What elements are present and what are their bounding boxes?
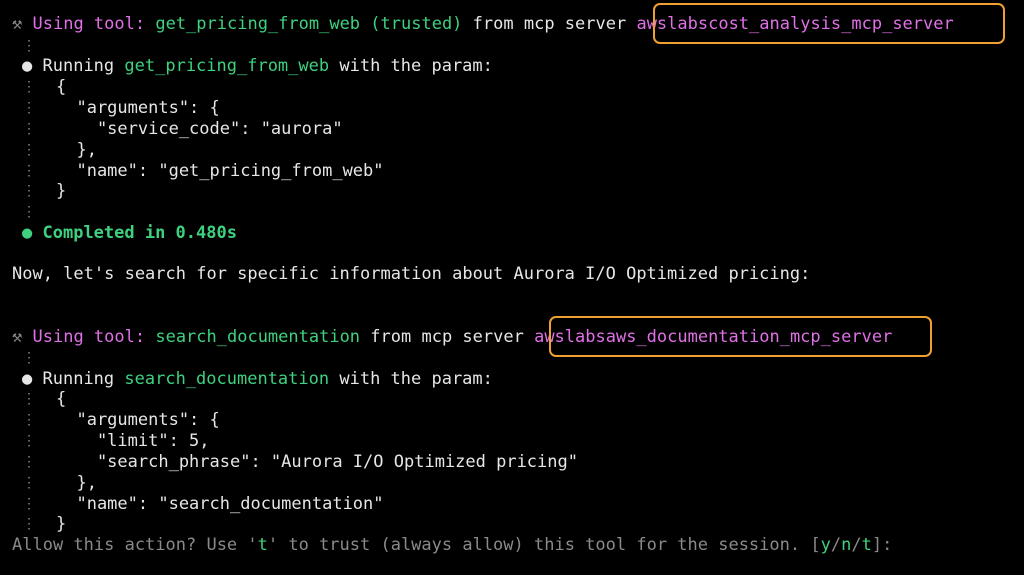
- option-separator: /: [830, 535, 842, 555]
- prompt-text: ' to trust (always allow) this tool for …: [267, 535, 821, 555]
- json-line: {: [56, 77, 67, 97]
- tool-name: search_documentation: [155, 327, 361, 347]
- using-tool-label: Using tool:: [32, 14, 146, 34]
- trust-key: t: [257, 535, 268, 555]
- hammer-icon: ⚒: [12, 327, 23, 347]
- gutter-dots: ⋮: [22, 516, 36, 532]
- gutter-dots: ⋮: [22, 204, 36, 220]
- option-yes[interactable]: y: [821, 535, 831, 555]
- from-text: from mcp server: [370, 327, 524, 347]
- gutter-dots: ⋮: [22, 142, 36, 158]
- json-line: "arguments": {: [56, 98, 220, 118]
- terminal-window: ⚒ Using tool: get_pricing_from_web (trus…: [0, 0, 1024, 575]
- gutter-dots: ⋮: [22, 454, 36, 470]
- bullet-icon: ●: [22, 56, 33, 76]
- bullet-icon: ●: [22, 369, 33, 389]
- option-no[interactable]: n: [841, 535, 851, 555]
- running-suffix: with the param:: [339, 369, 493, 389]
- json-line: "name": "get_pricing_from_web": [56, 161, 384, 181]
- running-tool: get_pricing_from_web: [124, 56, 330, 76]
- gutter-dots: ⋮: [22, 350, 36, 366]
- server-highlight-box: [653, 3, 1005, 44]
- gutter-dots: ⋮: [22, 433, 36, 449]
- gutter-dots: ⋮: [22, 391, 36, 407]
- trusted-label: (trusted): [370, 14, 463, 34]
- option-separator: /: [851, 535, 862, 555]
- json-line: },: [56, 140, 97, 160]
- gutter-dots: ⋮: [22, 121, 36, 137]
- json-line: },: [56, 473, 97, 493]
- completed-text: Completed in 0.480s: [42, 223, 237, 243]
- json-line: "limit": 5,: [56, 431, 210, 451]
- gutter-dots: ⋮: [22, 496, 36, 512]
- running-suffix: with the param:: [339, 56, 493, 76]
- completed-line: ● Completed in 0.480s: [22, 223, 237, 243]
- tool-name: get_pricing_from_web: [155, 14, 361, 34]
- assistant-message: Now, let's search for specific informati…: [12, 264, 811, 284]
- success-dot-icon: ●: [22, 223, 33, 243]
- option-trust[interactable]: t: [862, 535, 872, 555]
- gutter-dots: ⋮: [22, 475, 36, 491]
- running-line-1: ● Running get_pricing_from_web with the …: [22, 56, 493, 76]
- json-line: {: [56, 389, 67, 409]
- hammer-icon: ⚒: [12, 14, 23, 34]
- json-line: "name": "search_documentation": [56, 494, 384, 514]
- running-tool: search_documentation: [124, 369, 330, 389]
- prompt-end: ]:: [871, 535, 893, 555]
- json-line: "arguments": {: [56, 410, 220, 430]
- prompt-text: Allow this action? Use ': [12, 535, 258, 555]
- running-line-2: ● Running search_documentation with the …: [22, 369, 493, 389]
- gutter-dots: ⋮: [22, 183, 36, 199]
- server-highlight-box: [549, 316, 932, 357]
- gutter-dots: ⋮: [22, 38, 36, 54]
- running-prefix: Running: [42, 369, 115, 389]
- json-line: "service_code": "aurora": [56, 119, 343, 139]
- gutter-dots: ⋮: [22, 412, 36, 428]
- json-line: }: [56, 514, 67, 534]
- gutter-dots: ⋮: [22, 163, 36, 179]
- json-line: "search_phrase": "Aurora I/O Optimized p…: [56, 452, 578, 472]
- using-tool-label: Using tool:: [32, 327, 146, 347]
- running-prefix: Running: [42, 56, 115, 76]
- from-text: from mcp server: [472, 14, 627, 34]
- gutter-dots: ⋮: [22, 100, 36, 116]
- gutter-dots: ⋮: [22, 79, 36, 95]
- permission-prompt[interactable]: Allow this action? Use 't' to trust (alw…: [12, 535, 892, 555]
- json-line: }: [56, 181, 67, 201]
